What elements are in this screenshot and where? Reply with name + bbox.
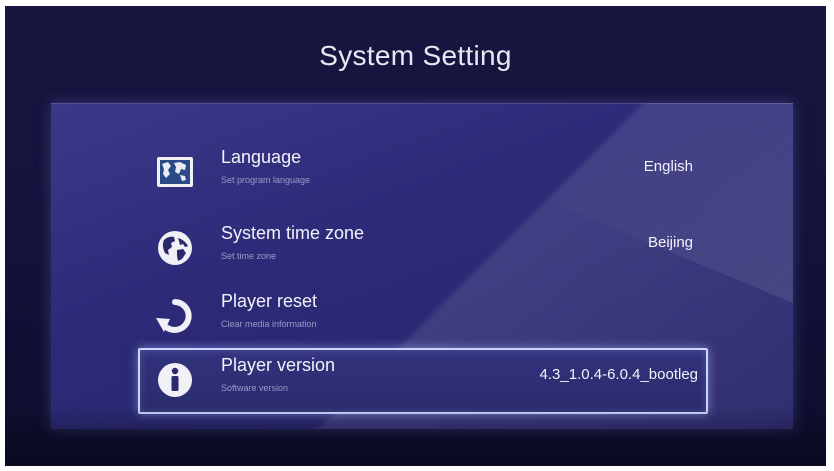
reset-icon (155, 296, 195, 336)
globe-icon (155, 228, 195, 268)
setting-item-player-reset[interactable]: Player reset Clear media information (141, 286, 701, 350)
setting-label: Player version (221, 355, 336, 375)
setting-description: Software version (221, 383, 289, 393)
setting-value: Beijing (647, 234, 693, 251)
setting-item-time-zone[interactable]: System time zone Set time zone Beijing (141, 218, 701, 282)
setting-description: Clear media information (221, 319, 317, 329)
tv-screen: System Setting Language Set program lang… (5, 6, 826, 466)
setting-value: 4.3_1.0.4-6.0.4_bootleg (539, 366, 698, 383)
setting-label: Language (221, 147, 302, 167)
info-icon (155, 360, 195, 400)
setting-value: English (643, 158, 693, 175)
settings-panel: Language Set program language English Sy… (51, 103, 793, 429)
setting-label: System time zone (221, 223, 365, 243)
setting-label: Player reset (221, 291, 318, 311)
map-icon (155, 152, 195, 192)
setting-description: Set time zone (221, 251, 277, 261)
page-title: System Setting (319, 40, 512, 71)
setting-item-language[interactable]: Language Set program language English (141, 142, 701, 206)
setting-item-player-version[interactable]: Player version Software version 4.3_1.0.… (138, 348, 708, 414)
setting-description: Set program language (221, 175, 311, 185)
